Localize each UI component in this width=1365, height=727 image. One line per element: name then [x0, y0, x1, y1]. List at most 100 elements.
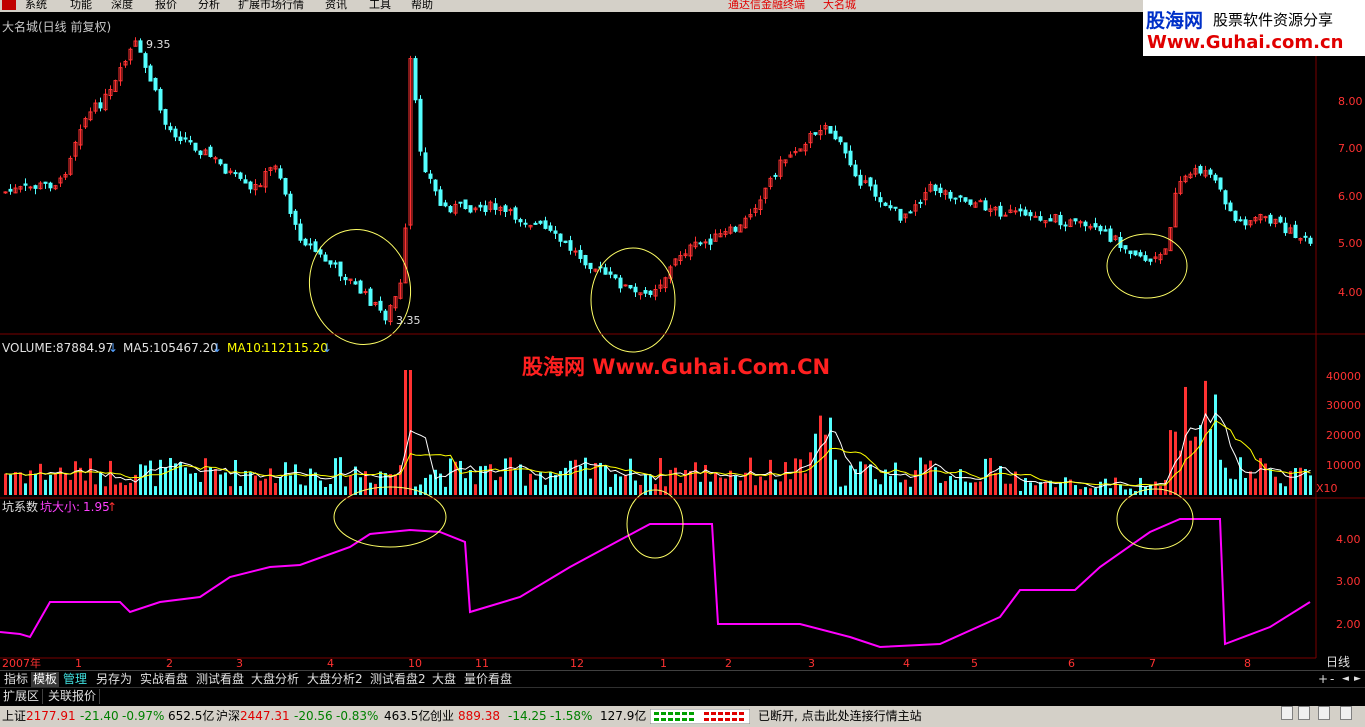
market-breadth-icon	[650, 709, 750, 724]
indicator-name: 坑系数	[2, 499, 38, 514]
app-logo-icon	[2, 0, 16, 10]
hs-change: -20.56	[294, 709, 333, 723]
menu-item-system[interactable]: 系统	[25, 0, 47, 10]
watermark-text: 股海网 Www.Guhai.Com.CN	[522, 355, 830, 379]
cy-pct: -1.58%	[550, 709, 593, 723]
tab-market-analysis-2[interactable]: 大盘分析2	[305, 672, 365, 687]
cy-index: 889.38	[458, 709, 500, 723]
window-title-stock: 大名城	[823, 0, 856, 11]
hs-index: 2447.31	[240, 709, 290, 723]
chart-area[interactable]: 大名城(日线 前复权) 9.35 3.35 8.00 7.00 6.00 5.0…	[0, 12, 1365, 670]
settings-icon[interactable]	[1340, 706, 1352, 720]
price-tick: 4.00	[1338, 286, 1363, 299]
extension-bar: 扩展区 关联报价	[0, 687, 1365, 705]
volume-tick: 30000	[1326, 399, 1361, 412]
x-axis-label: 5	[971, 657, 978, 670]
volume-multiplier: X10	[1316, 482, 1338, 495]
indicator-sub-value: 1.95	[83, 500, 110, 514]
high-price-label: 9.35	[146, 38, 171, 51]
tab-scroll-left-icon[interactable]: ◄	[1340, 672, 1351, 687]
menu-item-function[interactable]: 功能	[70, 0, 92, 10]
indicator-tab-bar: 指标 模板 管理 另存为 实战看盘 测试看盘 大盘分析 大盘分析2 测试看盘2 …	[0, 670, 1365, 688]
indicator-sub-label: 坑大小:	[40, 499, 80, 514]
menu-item-quote[interactable]: 报价	[155, 0, 177, 10]
brand-slogan: 股票软件资源分享	[1213, 11, 1334, 29]
tab-indicator[interactable]: 指标	[2, 672, 30, 687]
x-axis-label: 6	[1068, 657, 1075, 670]
x-axis-label: 2	[725, 657, 732, 670]
ma5-value: 105467.20	[153, 341, 218, 355]
volume-tick: 10000	[1326, 459, 1361, 472]
indicator-tick: 2.00	[1336, 618, 1361, 631]
tab-test-view-2[interactable]: 测试看盘2	[368, 672, 428, 687]
menu-item-analysis[interactable]: 分析	[198, 0, 220, 10]
network-icon[interactable]	[1318, 706, 1330, 720]
hs-pct: -0.83%	[336, 709, 379, 723]
indicator-tick: 3.00	[1336, 575, 1361, 588]
cy-change: -14.25	[508, 709, 547, 723]
related-quotes-tab[interactable]: 关联报价	[45, 689, 101, 704]
period-label[interactable]: 日线	[1326, 655, 1350, 669]
ma10-label: MA10:	[227, 341, 265, 355]
volume-value: 87884.97	[56, 341, 113, 355]
low-price-label: 3.35	[396, 314, 421, 327]
x-axis-label: 2007年	[2, 656, 41, 670]
tab-test-view[interactable]: 测试看盘	[194, 672, 246, 687]
price-tick: 5.00	[1338, 237, 1363, 250]
down-arrow-icon: ↓	[212, 341, 222, 355]
menu-item-help[interactable]: 帮助	[411, 0, 433, 10]
price-tick: 8.00	[1338, 95, 1363, 108]
window-title-app: 通达信金融终端	[728, 0, 805, 11]
ext-area-tab[interactable]: 扩展区	[0, 689, 44, 704]
hs-name[interactable]: 沪深	[216, 706, 240, 727]
ma5-label: MA5:	[123, 341, 153, 355]
price-candles	[3, 37, 1313, 326]
status-bar: 上证 2177.91 -21.40 -0.97% 652.5亿 沪深 2447.…	[0, 706, 1365, 727]
indicator-line	[0, 518, 1311, 649]
tab-market[interactable]: 大盘	[430, 672, 458, 687]
tab-remove-button[interactable]: -	[1328, 672, 1336, 687]
sh-amount: 652.5亿	[168, 709, 215, 723]
x-axis-label: 8	[1244, 657, 1251, 670]
sh-pct: -0.97%	[122, 709, 165, 723]
sh-name[interactable]: 上证	[2, 706, 26, 727]
connection-status[interactable]: 已断开, 点击此处连接行情主站	[758, 706, 922, 727]
volume-bars	[4, 370, 1312, 495]
main-chart-title: 大名城(日线 前复权)	[2, 19, 111, 34]
cy-name[interactable]: 创业	[430, 706, 454, 727]
cy-amount: 127.9亿	[600, 709, 647, 723]
tab-save-as[interactable]: 另存为	[94, 672, 134, 687]
volume-tick: 40000	[1326, 370, 1361, 383]
menu-item-tools[interactable]: 工具	[369, 0, 391, 10]
tab-manage[interactable]: 管理	[61, 672, 89, 687]
menu-item-news[interactable]: 资讯	[325, 0, 347, 10]
menu-item-extended-market[interactable]: 扩展市场行情	[238, 0, 304, 10]
message-icon[interactable]	[1298, 706, 1310, 720]
volume-tick: 20000	[1326, 429, 1361, 442]
brand-banner: 股海网 股票软件资源分享 Www.Guhai.com.cn	[1143, 0, 1365, 56]
sh-change: -21.40	[80, 709, 119, 723]
indicator-tick: 4.00	[1336, 533, 1361, 546]
menu-item-depth[interactable]: 深度	[111, 0, 133, 10]
tab-price-volume[interactable]: 量价看盘	[462, 672, 514, 687]
price-tick: 7.00	[1338, 142, 1363, 155]
down-arrow-icon: ↓	[108, 341, 118, 355]
sh-index: 2177.91	[26, 709, 76, 723]
tab-market-analysis[interactable]: 大盘分析	[249, 672, 301, 687]
x-axis-label: 4	[327, 657, 334, 670]
brand-url: Www.Guhai.com.cn	[1147, 32, 1344, 53]
tab-scroll-right-icon[interactable]: ►	[1352, 672, 1363, 687]
tab-live-view[interactable]: 实战看盘	[138, 672, 190, 687]
tab-template[interactable]: 模板	[31, 672, 60, 687]
x-axis-label: 1	[75, 657, 82, 670]
x-axis-label: 7	[1149, 657, 1156, 670]
x-axis-label: 3	[236, 657, 243, 670]
x-axis-label: 10	[408, 657, 422, 670]
annotation-circles	[308, 229, 1194, 559]
x-axis-label: 12	[570, 657, 584, 670]
volume-label: VOLUME:	[2, 341, 56, 355]
hs-amount: 463.5亿	[384, 709, 431, 723]
alert-icon[interactable]	[1281, 706, 1293, 720]
brand-name: 股海网	[1146, 10, 1204, 32]
x-axis-label: 1	[660, 657, 667, 670]
